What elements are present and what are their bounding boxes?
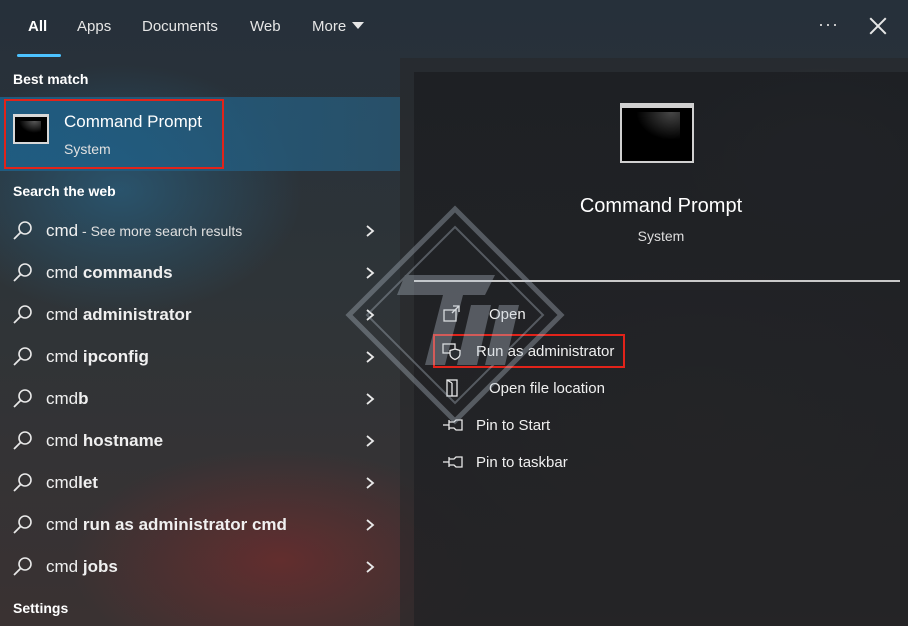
search-scope-tabs: All Apps Documents Web More ··· [0, 0, 908, 58]
watermark-logo [345, 205, 565, 425]
close-icon[interactable] [866, 14, 890, 38]
tab-documents[interactable]: Documents [142, 18, 218, 40]
tab-all[interactable]: All [28, 18, 47, 40]
web-result-row[interactable]: cmd commands [0, 252, 400, 294]
best-match-header: Best match [13, 71, 89, 87]
chevron-right-icon [366, 477, 375, 489]
web-result-row[interactable]: cmd ipconfig [0, 336, 400, 378]
search-icon [13, 347, 32, 366]
chevron-right-icon [366, 561, 375, 573]
web-result-row[interactable]: cmd hostname [0, 420, 400, 462]
search-icon [13, 515, 32, 534]
search-icon [13, 389, 32, 408]
highlight-box-best-match [4, 99, 224, 169]
action-pin-to-taskbar-label: Pin to taskbar [476, 454, 568, 471]
web-result-row[interactable]: cmd jobs [0, 546, 400, 588]
tab-more-label: More [312, 18, 347, 35]
active-tab-indicator [17, 54, 61, 57]
web-result-row[interactable]: cmd administrator [0, 294, 400, 336]
search-icon [13, 263, 32, 282]
web-result-row[interactable]: cmd - See more search results [0, 210, 400, 252]
chevron-right-icon [366, 519, 375, 531]
settings-header: Settings [13, 600, 69, 616]
search-web-header: Search the web [13, 183, 116, 199]
web-result-row[interactable]: cmd run as administrator cmd [0, 504, 400, 546]
web-result-text: cmd jobs [46, 557, 118, 576]
search-icon [13, 473, 32, 492]
web-result-text: cmd hostname [46, 431, 164, 450]
web-result-text: cmd administrator [46, 305, 192, 324]
chevron-right-icon [366, 435, 375, 447]
web-result-text: cmdb [46, 389, 89, 408]
caret-down-icon [352, 22, 365, 29]
web-result-row[interactable]: cmdb [0, 378, 400, 420]
search-icon [13, 305, 32, 324]
web-result-text: cmdlet [46, 473, 98, 492]
command-prompt-large-icon [620, 103, 694, 163]
web-result-row[interactable]: cmdlet [0, 462, 400, 504]
web-result-text: cmd - See more search results [46, 221, 243, 240]
search-icon [13, 431, 32, 450]
search-icon [13, 557, 32, 576]
web-result-text: cmd run as administrator cmd [46, 515, 287, 534]
more-options-button[interactable]: ··· [818, 14, 839, 35]
tab-apps[interactable]: Apps [77, 18, 111, 40]
search-icon [13, 221, 32, 240]
web-result-text: cmd commands [46, 263, 173, 282]
tab-web[interactable]: Web [250, 18, 281, 40]
tab-more[interactable]: More [312, 18, 365, 40]
web-result-text: cmd ipconfig [46, 347, 149, 366]
pin-icon [443, 456, 463, 468]
action-pin-to-taskbar[interactable]: Pin to taskbar [440, 449, 640, 477]
